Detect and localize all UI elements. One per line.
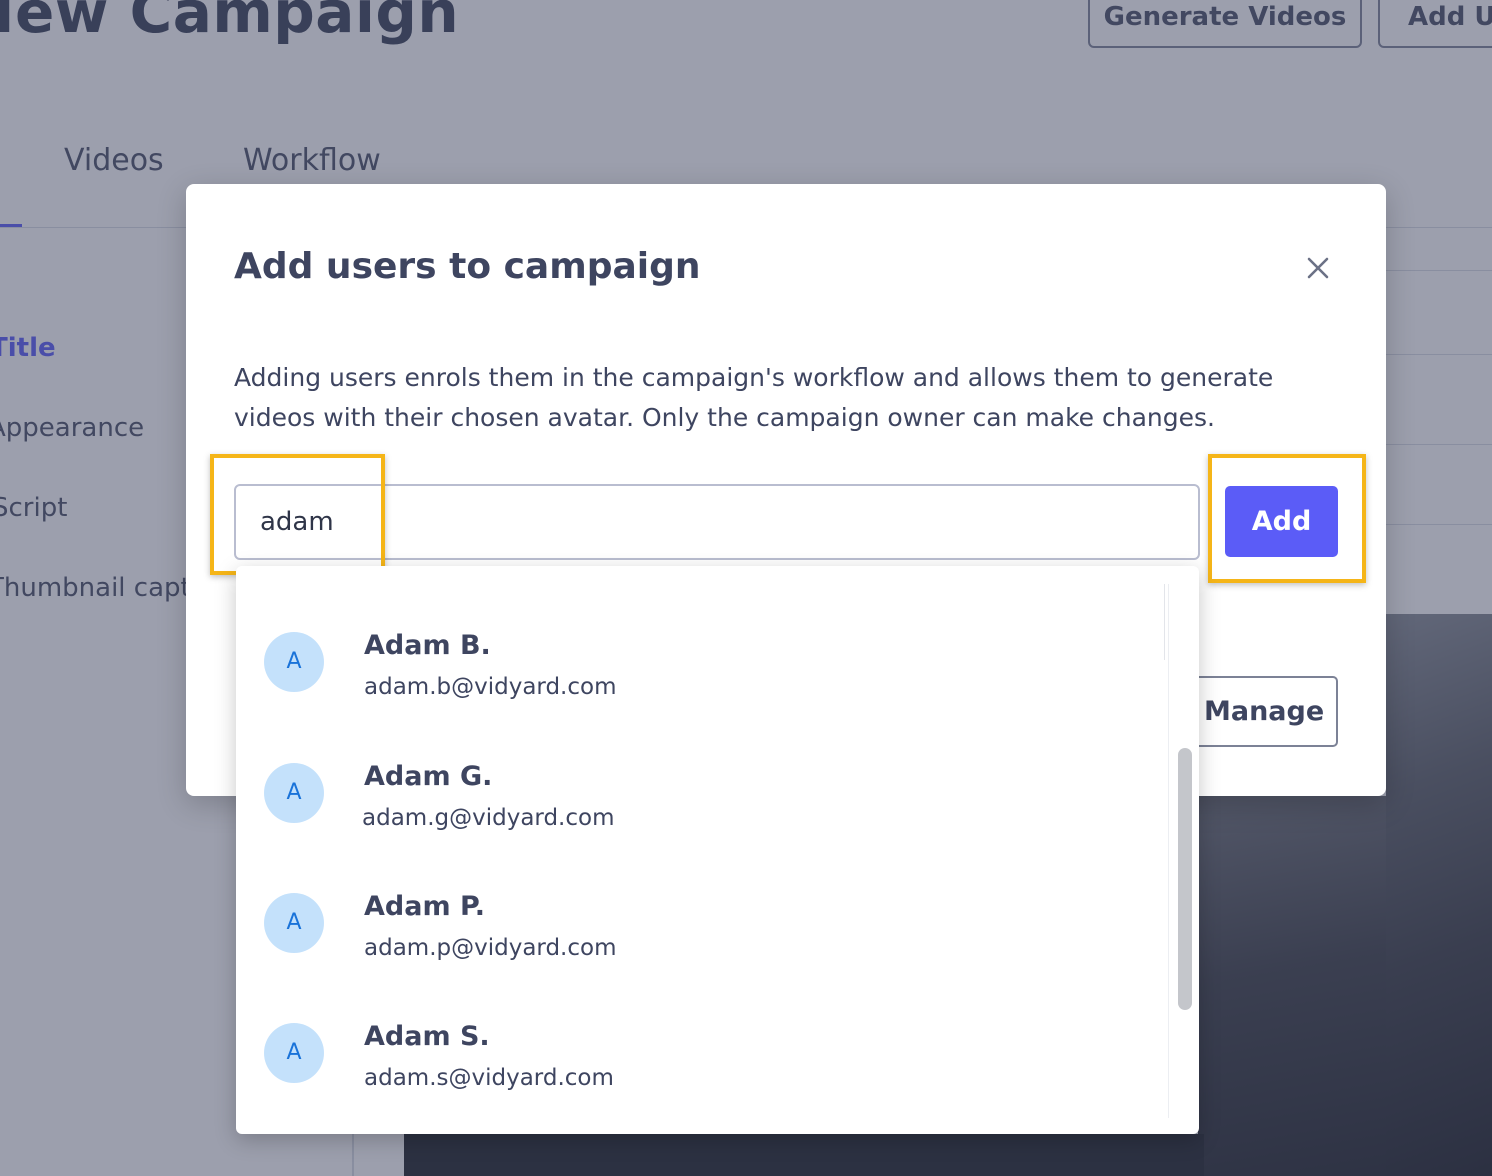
list-item[interactable]: A Adam P. adam.p@vidyard.com	[236, 857, 1166, 987]
user-search-input[interactable]	[234, 484, 1200, 560]
avatar: A	[264, 632, 324, 692]
user-suggestions-dropdown: A Adam B. adam.b@vidyard.com A Adam G. a…	[236, 566, 1199, 1134]
user-email: adam.g@vidyard.com	[362, 805, 615, 831]
manage-button[interactable]: Manage	[1186, 676, 1338, 747]
user-email: adam.b@vidyard.com	[364, 674, 617, 700]
close-button[interactable]	[1302, 252, 1334, 284]
scroll-track	[1164, 584, 1165, 660]
add-button[interactable]: Add	[1225, 486, 1338, 557]
modal-description: Adding users enrols them in the campaign…	[234, 363, 1274, 432]
list-item[interactable]: A Adam G. adam.g@vidyard.com	[236, 727, 1166, 857]
user-email: adam.p@vidyard.com	[364, 935, 617, 961]
list-item[interactable]: A Adam B. adam.b@vidyard.com	[236, 596, 1166, 726]
scrollbar[interactable]	[1178, 748, 1192, 1010]
modal-title: Add users to campaign	[234, 246, 701, 287]
user-name: Adam B.	[364, 630, 491, 661]
avatar: A	[264, 1023, 324, 1083]
user-email: adam.s@vidyard.com	[364, 1065, 614, 1091]
list-item[interactable]: A Adam S. adam.s@vidyard.com	[236, 987, 1166, 1117]
avatar: A	[264, 893, 324, 953]
user-name: Adam G.	[364, 761, 493, 792]
scroll-track	[1168, 584, 1169, 1118]
avatar: A	[264, 763, 324, 823]
close-icon	[1307, 257, 1329, 279]
user-name: Adam S.	[364, 1021, 490, 1052]
user-name: Adam P.	[364, 891, 486, 922]
